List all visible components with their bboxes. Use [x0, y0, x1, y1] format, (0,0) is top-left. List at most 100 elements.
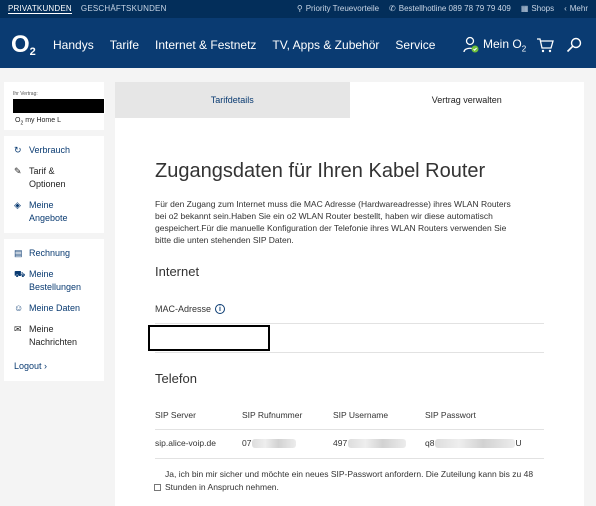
mein-o2-link[interactable]: Mein O2: [462, 36, 526, 54]
geschaeftskunden-link[interactable]: GESCHÄFTSKUNDEN: [81, 4, 167, 14]
tab-vertrag-verwalten[interactable]: Vertrag verwalten: [349, 82, 584, 118]
sidebar-item-bestellungen[interactable]: ⛟ Meine Bestellungen: [4, 264, 104, 298]
sip-passwort-end: U: [515, 438, 522, 448]
nav-internet-festnetz[interactable]: Internet & Festnetz: [155, 38, 256, 52]
new-sip-password-label: Ja, ich bin mir sicher und möchte ein ne…: [165, 469, 534, 492]
nav-handys[interactable]: Handys: [53, 38, 94, 52]
info-icon[interactable]: i: [215, 304, 226, 314]
redacted-blur: [435, 439, 516, 449]
priority-label: Priority Treuevorteile: [305, 4, 380, 13]
sidebar-group-tarif: ↻ Verbrauch ✎ Tarif & Optionen ◈ Meine Ang…: [4, 136, 104, 233]
sip-username-header: SIP Username: [333, 410, 389, 420]
label-line-1: Tarif &: [29, 166, 55, 176]
gift-icon: ⚲: [296, 4, 303, 13]
logout-link[interactable]: Logout ›: [4, 353, 104, 377]
contract-name-rest: my Home L: [25, 117, 61, 124]
label-line-2: Angebote: [29, 213, 68, 223]
logo-subscript: 2: [29, 46, 36, 58]
contract-label: Ihr Vertrag:: [13, 91, 38, 97]
telefon-heading: Telefon: [155, 371, 197, 386]
contract-tabs: Tarifdetails Vertrag verwalten: [115, 82, 584, 118]
mein-text: Mein O: [483, 36, 522, 51]
cart-icon: ⛟: [14, 269, 26, 279]
label-line-1: Meine: [29, 324, 54, 334]
hotline-label: Bestellhotline 089 78 79 79 409: [398, 4, 511, 13]
logo-letter: O: [11, 31, 30, 58]
sidebar-item-label: Verbrauch: [29, 145, 71, 155]
phone-icon: ✆: [389, 4, 396, 13]
tab-tarifdetails[interactable]: Tarifdetails: [115, 82, 350, 118]
shops-link[interactable]: ▦ Shops: [521, 4, 554, 13]
label-line-2: Optionen: [29, 179, 66, 189]
privatkunden-link[interactable]: PRIVATKUNDEN: [8, 4, 72, 14]
label-line-1: Meine: [29, 200, 54, 210]
divider: [155, 352, 544, 353]
mein-o2-label: Mein O2: [483, 37, 526, 53]
internet-heading: Internet: [155, 264, 200, 279]
page-title: Zugangsdaten für Ihren Kabel Router: [155, 160, 486, 182]
mehr-label: Mehr: [569, 4, 588, 13]
contract-selector[interactable]: [12, 98, 105, 114]
sidebar-item-label: Meine Daten: [29, 303, 81, 313]
invoice-icon: ▤: [14, 248, 23, 258]
mac-label-text: MAC-Adresse: [155, 304, 212, 314]
o2-logo[interactable]: O2: [11, 31, 36, 59]
mein-subscript: 2: [521, 44, 527, 54]
sidebar-item-label: Tarif & Optionen: [29, 165, 66, 191]
main-content: Zugangsdaten für Ihren Kabel Router Für …: [115, 118, 584, 506]
label-line-2: Bestellungen: [29, 282, 82, 292]
priority-link[interactable]: ⚲ Priority Treuevorteile: [297, 4, 379, 13]
sip-username-visible: 497: [333, 438, 348, 448]
search-icon[interactable]: [566, 37, 582, 53]
redacted-blur: [252, 439, 297, 449]
sidebar-item-label: Meine Nachrichten: [29, 323, 77, 349]
mac-address-field: [148, 325, 270, 351]
user-check-icon: [463, 36, 479, 53]
nav-tarife[interactable]: Tarife: [110, 38, 139, 52]
refresh-icon: ↻: [14, 145, 22, 155]
new-sip-password-row: Ja, ich bin mir sicher und möchte ein ne…: [154, 468, 534, 494]
user-icon: ☺: [14, 303, 24, 313]
mac-address-label: MAC-Adresse i: [155, 304, 226, 314]
shop-icon: ▦: [520, 4, 529, 13]
chevron-left-icon: ‹: [564, 4, 567, 13]
sip-passwort-header: SIP Passwort: [425, 410, 476, 420]
messages-icon: ✉: [14, 324, 22, 334]
sip-server-value: sip.alice-voip.de: [155, 438, 216, 448]
new-sip-password-checkbox[interactable]: [154, 484, 161, 491]
sip-passwort-value: q8 U: [425, 438, 522, 449]
label-line-2: Nachrichten: [29, 337, 78, 347]
contract-name: O2 my Home L: [15, 117, 61, 126]
sidebar-item-meine-daten[interactable]: ☺ Meine Daten: [4, 298, 104, 319]
sip-rufnummer-header: SIP Rufnummer: [242, 410, 303, 420]
nav-service[interactable]: Service: [395, 38, 435, 52]
contract-name-sub: 2: [20, 120, 24, 127]
pencil-icon: ✎: [14, 166, 22, 176]
sidebar-item-verbrauch[interactable]: ↻ Verbrauch: [4, 140, 104, 161]
tag-icon: ◈: [14, 200, 21, 210]
sip-rufnummer-value: 07: [242, 438, 297, 449]
nav-tv-apps-zubehoer[interactable]: TV, Apps & Zubehör: [272, 38, 379, 52]
cart-icon[interactable]: [536, 37, 555, 53]
hotline-link[interactable]: ✆ Bestellhotline 089 78 79 79 409: [389, 4, 511, 13]
sidebar-item-rechnung[interactable]: ▤ Rechnung: [4, 243, 104, 264]
contract-card: Ihr Vertrag: O2 my Home L: [4, 82, 105, 130]
sidebar-item-nachrichten[interactable]: ✉ Meine Nachrichten: [4, 319, 104, 353]
sip-username-value: 497: [333, 438, 407, 449]
divider: [155, 458, 544, 459]
sidebar: Ihr Vertrag: O2 my Home L ↻ Verbrauch ✎ …: [4, 82, 105, 387]
sidebar-item-tarif-optionen[interactable]: ✎ Tarif & Optionen: [4, 161, 104, 195]
sip-passwort-visible: q8: [425, 438, 435, 448]
main-navigation: O2 Handys Tarife Internet & Festnetz TV,…: [0, 18, 596, 68]
redacted-blur: [348, 439, 407, 449]
divider: [155, 429, 544, 430]
intro-text: Für den Zugang zum Internet muss die MAC…: [155, 199, 511, 245]
utility-bar: PRIVATKUNDEN GESCHÄFTSKUNDEN ⚲ Priority …: [0, 0, 596, 18]
sip-server-header: SIP Server: [155, 410, 196, 420]
sidebar-item-label: Rechnung: [29, 248, 71, 258]
shops-label: Shops: [531, 4, 555, 13]
mehr-link[interactable]: ‹ Mehr: [564, 4, 588, 13]
sip-rufnummer-visible: 07: [242, 438, 252, 448]
sidebar-item-angebote[interactable]: ◈ Meine Angebote: [4, 195, 104, 229]
label-line-1: Meine: [29, 269, 54, 279]
